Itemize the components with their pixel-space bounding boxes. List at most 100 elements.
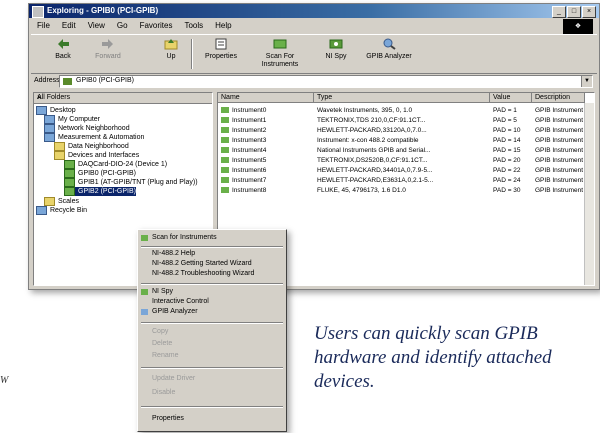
back-button[interactable]: Back <box>49 38 77 70</box>
tree-item-devices-interfaces[interactable]: Devices and Interfaces <box>54 151 139 160</box>
menu-edit[interactable]: Edit <box>62 21 76 30</box>
menu-copy[interactable]: Copy <box>138 327 286 337</box>
tree-item-gpib2[interactable]: GPIB2 (PCI-GPIB) <box>64 187 136 196</box>
stray-text: W <box>0 375 9 386</box>
address-dropdown-icon[interactable]: ▼ <box>581 76 592 87</box>
title-bar[interactable]: Exploring - GPIB0 (PCI-GPIB) _ □ × <box>29 4 599 18</box>
menu-rename[interactable]: Rename <box>138 351 286 361</box>
up-button[interactable]: Up <box>159 38 183 70</box>
table-cell: PAD = 14 <box>493 137 521 144</box>
table-cell: FLUKE, 45, 4796173, 1.6 D1.0 <box>317 187 406 194</box>
mx-icon <box>44 133 55 142</box>
scan-icon <box>273 39 287 49</box>
address-label: Address <box>34 77 60 84</box>
tree-item-network[interactable]: Network Neighborhood <box>44 124 130 133</box>
computer-icon <box>44 115 55 124</box>
col-value[interactable]: Value <box>490 93 532 103</box>
instrument-icon <box>221 137 229 144</box>
table-row-name[interactable]: Instrument2 <box>221 126 315 135</box>
col-type[interactable]: Type <box>314 93 490 103</box>
instrument-icon <box>221 187 229 194</box>
menu-ni-spy[interactable]: NI Spy <box>138 287 286 297</box>
table-cell: HEWLETT-PACKARD,34401A,0,7.9-5... <box>317 167 433 174</box>
window-title: Exploring - GPIB0 (PCI-GPIB) <box>47 6 159 15</box>
scan-instruments-button[interactable]: Scan For Instruments <box>255 38 305 70</box>
instrument-icon <box>221 157 229 164</box>
tree-item-measurement-automation[interactable]: Measurement & Automation <box>44 133 144 142</box>
table-cell: HEWLETT-PACKARD,33120A,0,7.0... <box>317 127 427 134</box>
forward-button[interactable]: Forward <box>89 38 127 70</box>
device-icon <box>64 160 75 169</box>
menu-troubleshooting-wizard[interactable]: NI-488.2 Troubleshooting Wizard <box>138 269 286 279</box>
folder-icon <box>44 197 55 206</box>
tree-item-my-computer[interactable]: My Computer <box>44 115 100 124</box>
table-row-name[interactable]: Instrument7 <box>221 176 315 185</box>
tree-item-recycle-bin[interactable]: Recycle Bin <box>36 206 87 215</box>
address-value: GPIB0 (PCI-GPIB) <box>76 77 134 84</box>
instrument-icon <box>221 117 229 124</box>
menu-go[interactable]: Go <box>117 21 128 30</box>
menu-interactive-control[interactable]: Interactive Control <box>138 297 286 307</box>
table-row-name[interactable]: Instrument1 <box>221 116 315 125</box>
table-row-name[interactable]: Instrument8 <box>221 186 315 195</box>
ni-spy-icon <box>329 39 343 49</box>
address-field[interactable]: GPIB0 (PCI-GPIB) ▼ <box>59 75 593 88</box>
ni-spy-button[interactable]: NI Spy <box>321 38 351 70</box>
close-button[interactable]: × <box>582 6 596 18</box>
table-cell: TEKTRONIX,TDS 210,0,CF:91.1CT... <box>317 117 426 124</box>
context-menu: Scan for Instruments NI-488.2 Help NI-48… <box>137 229 287 432</box>
folder-icon <box>54 142 65 151</box>
gpib-analyzer-button[interactable]: GPIB Analyzer <box>365 38 413 70</box>
tree-item-gpib0[interactable]: GPIB0 (PCI-GPIB) <box>64 169 136 178</box>
table-cell: GPIB Instrument <box>535 107 584 114</box>
maximize-button[interactable]: □ <box>567 6 581 18</box>
menu-delete[interactable]: Delete <box>138 339 286 349</box>
table-cell: GPIB Instrument <box>535 127 584 134</box>
gpib-analyzer-icon <box>141 309 148 315</box>
table-cell: Wavetek Instruments, 395, 0, 1.0 <box>317 107 413 114</box>
menu-file[interactable]: File <box>37 21 50 30</box>
table-cell: GPIB Instrument <box>535 137 584 144</box>
menu-update-driver[interactable]: Update Driver <box>138 374 286 384</box>
table-cell: HEWLETT-PACKARD,E3631A,0,2.1-5... <box>317 177 434 184</box>
properties-button[interactable]: Properties <box>201 38 241 70</box>
menu-ni488-help[interactable]: NI-488.2 Help <box>138 249 286 259</box>
tree-item-data-neighborhood[interactable]: Data Neighborhood <box>54 142 129 151</box>
table-row-name[interactable]: Instrument5 <box>221 156 315 165</box>
instrument-icon <box>221 167 229 174</box>
instrument-icon <box>221 177 229 184</box>
menu-gpib-analyzer[interactable]: GPIB Analyzer <box>138 307 286 317</box>
menu-favorites[interactable]: Favorites <box>140 21 173 30</box>
menu-disable[interactable]: Disable <box>138 388 286 398</box>
tree-item-scales[interactable]: Scales <box>44 197 79 206</box>
address-bar: Address GPIB0 (PCI-GPIB) ▼ <box>31 74 597 89</box>
menu-properties[interactable]: Properties <box>138 414 286 424</box>
col-description[interactable]: Description <box>532 93 585 103</box>
caption-text: Users can quickly scan GPIB hardware and… <box>314 323 552 392</box>
recycle-bin-icon <box>36 206 47 215</box>
table-cell: National Instruments GPIB and Serial... <box>317 147 431 154</box>
menu-view[interactable]: View <box>88 21 105 30</box>
toolbar: Back Forward Up Properties Scan For Inst… <box>31 34 597 74</box>
table-row-name[interactable]: Instrument6 <box>221 166 315 175</box>
close-pane-icon[interactable]: × <box>37 93 209 102</box>
table-row-name[interactable]: Instrument4 <box>221 146 315 155</box>
tree-item-gpib1[interactable]: GPIB1 (AT-GPIB/TNT (Plug and Play)) <box>64 178 198 187</box>
network-icon <box>44 124 55 133</box>
menu-getting-started-wizard[interactable]: NI-488.2 Getting Started Wizard <box>138 259 286 269</box>
table-row-name[interactable]: Instrument3 <box>221 136 315 145</box>
menu-tools[interactable]: Tools <box>184 21 203 30</box>
table-cell: Instrument: x-con 488.2 compatible <box>317 137 419 144</box>
table-row-name[interactable]: Instrument0 <box>221 106 315 115</box>
tree-item-desktop[interactable]: Desktop <box>36 106 76 115</box>
col-name[interactable]: Name <box>218 93 314 103</box>
table-cell: GPIB Instrument <box>535 117 584 124</box>
menu-bar: File Edit View Go Favorites Tools Help <box>31 19 597 32</box>
table-cell: PAD = 5 <box>493 117 517 124</box>
menu-help[interactable]: Help <box>215 21 231 30</box>
tree-item-daqcard[interactable]: DAQCard-DIO-24 (Device 1) <box>64 160 167 169</box>
menu-scan-instruments[interactable]: Scan for Instruments <box>138 233 286 243</box>
vertical-scrollbar[interactable] <box>584 103 594 285</box>
minimize-button[interactable]: _ <box>552 6 566 18</box>
gpib-icon <box>64 169 75 178</box>
